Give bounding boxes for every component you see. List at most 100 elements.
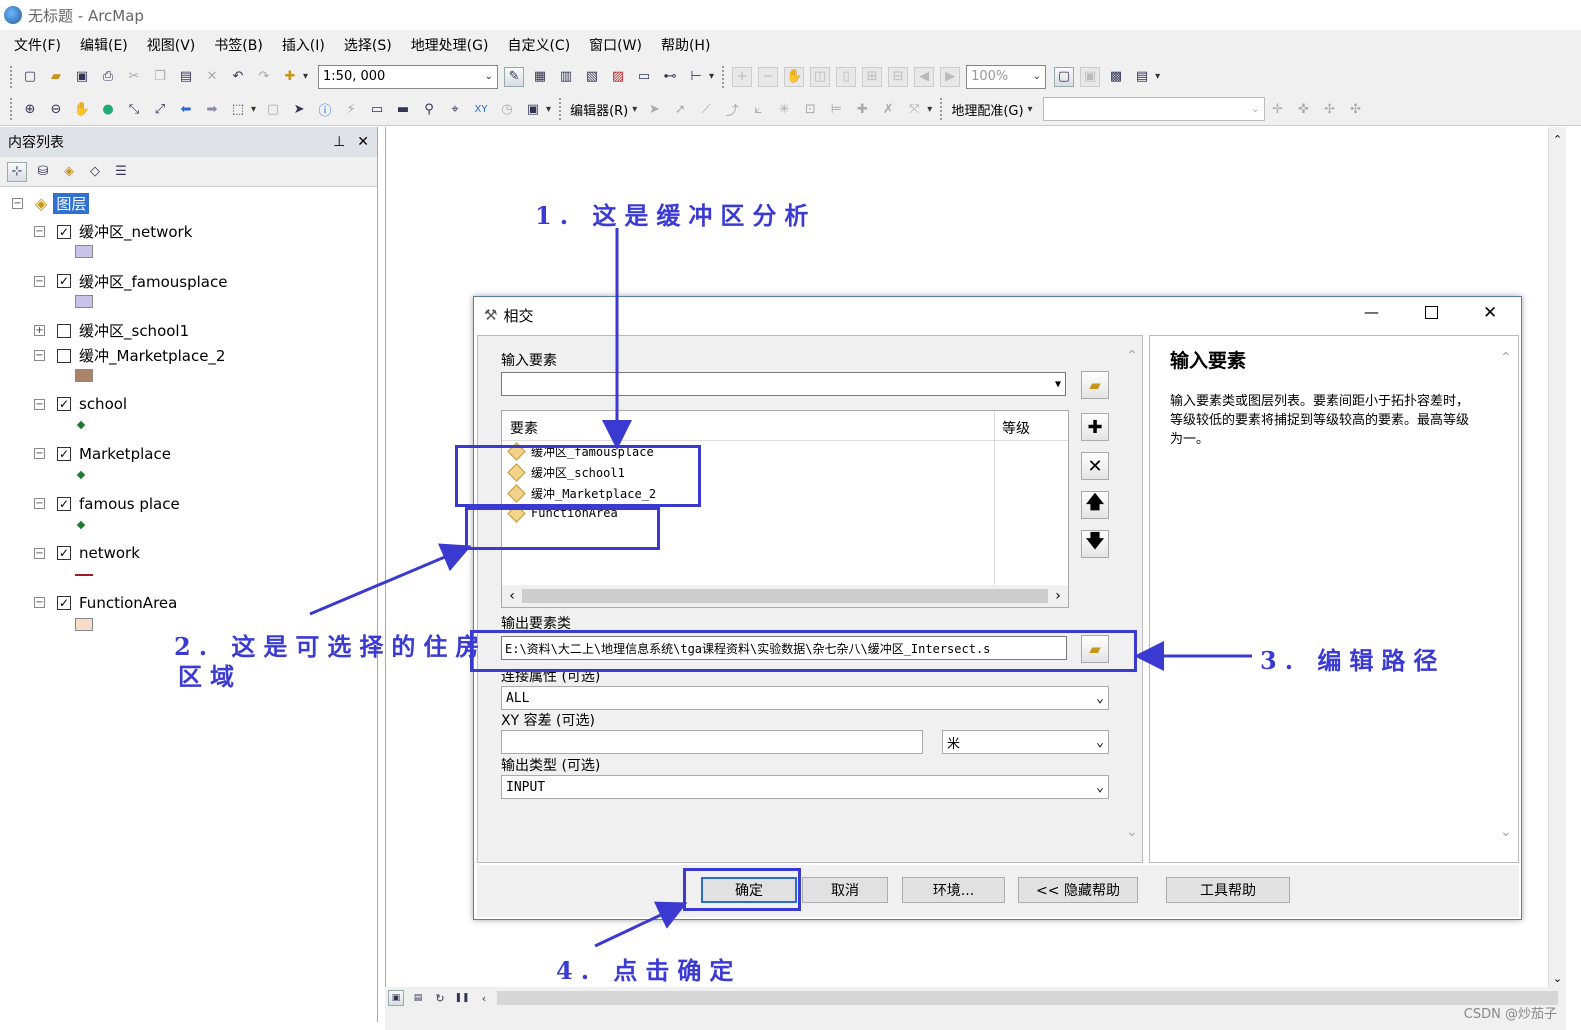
paste-icon[interactable]: ▤: [176, 67, 196, 87]
menu-help[interactable]: 帮助(H): [661, 35, 710, 55]
menu-file[interactable]: 文件(F): [14, 35, 61, 55]
edit-tool-icon[interactable]: ➤: [644, 99, 664, 119]
column-feature[interactable]: 要素: [510, 418, 538, 438]
browse-input-button[interactable]: ▰: [1081, 371, 1109, 399]
layer-visibility-checkbox[interactable]: ✓: [57, 446, 71, 461]
toggle-draft-mode-icon[interactable]: ▢: [1054, 66, 1075, 87]
scroll-down-icon[interactable]: ⌄: [1549, 972, 1566, 985]
layout-pan-icon[interactable]: ✋: [784, 66, 805, 87]
pause-drawing-icon[interactable]: ❚❚: [454, 990, 470, 1006]
column-rank[interactable]: 等级: [1002, 418, 1030, 438]
trace-icon[interactable]: ⟀: [748, 99, 768, 119]
remove-row-button[interactable]: ✕: [1081, 452, 1109, 480]
minimize-icon[interactable]: —: [1364, 303, 1379, 321]
xy-unit-select[interactable]: 米 ⌄: [942, 730, 1109, 754]
layer-row[interactable]: − ✓ FunctionArea: [34, 594, 177, 612]
rotate-georef-icon[interactable]: ✢: [1320, 99, 1340, 119]
table-of-contents-icon[interactable]: ▦: [530, 67, 550, 87]
go-to-xy-icon[interactable]: XY: [471, 99, 491, 119]
reshape-icon[interactable]: ⊨: [826, 99, 846, 119]
save-icon[interactable]: ▣: [72, 67, 92, 87]
edit-annotation-icon[interactable]: ➚: [670, 99, 690, 119]
layer-row[interactable]: − ✓ 缓冲区_network: [34, 221, 192, 242]
layer-row[interactable]: − 缓冲_Marketplace_2: [34, 345, 225, 366]
delete-icon[interactable]: ✕: [202, 67, 222, 87]
collapse-icon[interactable]: −: [34, 398, 45, 410]
input-features-combo[interactable]: ▼: [501, 372, 1066, 396]
cut-polygons-icon[interactable]: ✚: [852, 99, 872, 119]
focus-data-frame-icon[interactable]: ▣: [1080, 66, 1101, 87]
editor-menu[interactable]: 编辑器(R): [570, 100, 628, 119]
pane-scroll-up-icon[interactable]: ⌃: [1126, 348, 1138, 364]
layer-row[interactable]: − ✓ school: [34, 395, 127, 413]
output-type-select[interactable]: INPUT ⌄: [501, 775, 1109, 799]
fixed-zoom-out-icon[interactable]: ⤢: [150, 99, 170, 119]
full-extent-icon[interactable]: ●: [98, 99, 118, 119]
go-back-icon[interactable]: ⬅: [176, 99, 196, 119]
layout-back-icon[interactable]: ◀: [914, 66, 935, 87]
catalog-icon[interactable]: ▥: [556, 67, 576, 87]
identify-icon[interactable]: ⓘ: [315, 99, 335, 119]
editor-toolbar-icon[interactable]: ✎: [504, 66, 525, 87]
add-data-dropdown-icon[interactable]: ▾: [303, 71, 312, 82]
add-data-icon[interactable]: ✚: [280, 67, 300, 87]
layer-row[interactable]: − ✓ network: [34, 544, 140, 562]
layer-row[interactable]: − ✓ famous place: [34, 495, 180, 513]
scroll-thumb[interactable]: [497, 991, 1558, 1005]
collapse-icon[interactable]: −: [34, 226, 45, 237]
rotate-icon[interactable]: ⤧: [904, 99, 924, 119]
scroll-thumb[interactable]: [522, 589, 1048, 603]
environments-button[interactable]: 环境...: [902, 877, 1005, 903]
scroll-left-icon[interactable]: ‹: [502, 588, 522, 604]
collapse-icon[interactable]: −: [12, 198, 23, 209]
toolbar-overflow-icon[interactable]: ▾: [927, 104, 936, 115]
go-forward-icon[interactable]: ➡: [202, 99, 222, 119]
pane-scroll-down-icon[interactable]: ⌄: [1126, 824, 1138, 840]
dropdown-arrow-icon[interactable]: ▼: [1055, 379, 1061, 390]
identify-features-icon[interactable]: ⊢: [686, 67, 706, 87]
layout-zoom-whole-icon[interactable]: ◫: [810, 66, 831, 87]
move-down-button[interactable]: 🡇: [1081, 530, 1109, 558]
select-features-icon[interactable]: ⬚: [228, 99, 248, 119]
layer-visibility-checkbox[interactable]: [57, 348, 71, 363]
menu-bookmarks[interactable]: 书签(B): [214, 35, 263, 55]
open-folder-icon[interactable]: ▰: [46, 67, 66, 87]
shift-georef-icon[interactable]: ✣: [1346, 99, 1366, 119]
georeferencing-menu[interactable]: 地理配准(G): [951, 100, 1023, 119]
layer-visibility-checkbox[interactable]: ✓: [57, 274, 71, 289]
list-by-selection-icon[interactable]: ◇: [85, 162, 105, 182]
print-icon[interactable]: ⎙: [98, 67, 118, 87]
data-driven-pages-icon[interactable]: ▤: [1132, 67, 1152, 87]
data-view-icon[interactable]: ▣: [388, 990, 404, 1006]
find-icon[interactable]: ⚲: [419, 99, 439, 119]
menu-selection[interactable]: 选择(S): [344, 35, 392, 55]
layout-zoom-in-icon[interactable]: +: [732, 66, 753, 87]
add-row-button[interactable]: ✚: [1081, 413, 1109, 441]
collapse-icon[interactable]: −: [34, 498, 45, 509]
layer-visibility-checkbox[interactable]: ✓: [57, 397, 71, 412]
model-builder-icon[interactable]: ⊷: [660, 67, 680, 87]
layer-visibility-checkbox[interactable]: ✓: [57, 496, 71, 511]
cut-icon[interactable]: ✂: [124, 67, 144, 87]
help-scroll-down-icon[interactable]: ⌄: [1500, 824, 1512, 840]
toolbar-grip[interactable]: [10, 65, 13, 88]
menu-insert[interactable]: 插入(I): [282, 35, 325, 55]
toolbar-grip[interactable]: [10, 98, 13, 120]
hide-help-button[interactable]: << 隐藏帮助: [1018, 877, 1138, 903]
toc-root-group[interactable]: − ◈ 图层: [12, 193, 90, 214]
toolbar-grip[interactable]: [722, 65, 725, 88]
move-up-button[interactable]: 🡅: [1081, 491, 1109, 519]
measure-icon[interactable]: ▬: [393, 99, 413, 119]
toolbar-grip[interactable]: [940, 98, 943, 120]
edit-vertices-icon[interactable]: ⊡: [800, 99, 820, 119]
map-scale-select[interactable]: 1:50, 000 ⌄: [318, 64, 499, 89]
layer-visibility-checkbox[interactable]: ✓: [57, 546, 71, 561]
new-document-icon[interactable]: ▢: [20, 67, 40, 87]
options-icon[interactable]: ☰: [111, 162, 131, 182]
zoom-in-icon[interactable]: ⊕: [20, 99, 40, 119]
collapse-icon[interactable]: −: [34, 448, 45, 460]
toolbar-overflow-icon[interactable]: ▾: [709, 71, 718, 82]
layer-row[interactable]: + 缓冲区_school1: [34, 320, 189, 341]
add-control-points-icon[interactable]: ✛: [1268, 99, 1288, 119]
search-window-icon[interactable]: ▧: [582, 67, 602, 87]
